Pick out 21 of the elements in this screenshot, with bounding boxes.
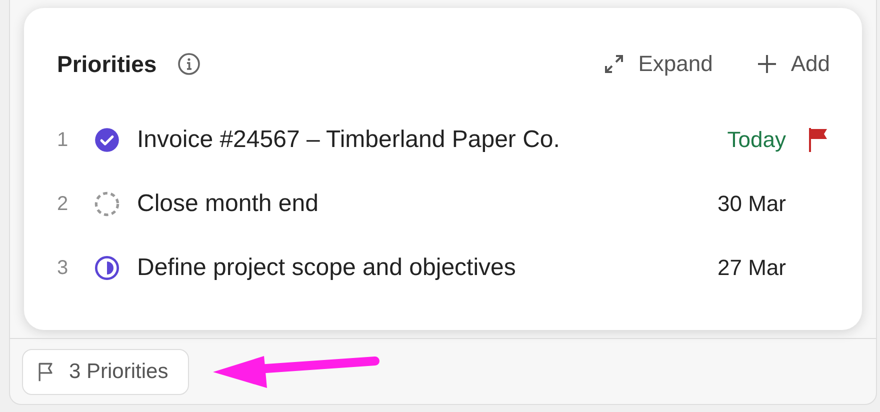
dashed-circle-icon[interactable] bbox=[94, 191, 120, 217]
due-date: 30 Mar bbox=[718, 191, 786, 217]
priority-item[interactable]: 3 Define project scope and objectives 27 Mar bbox=[57, 236, 830, 300]
popover-title: Priorities bbox=[57, 50, 157, 78]
info-icon[interactable] bbox=[176, 52, 201, 76]
flag-icon[interactable] bbox=[806, 127, 830, 153]
item-number: 3 bbox=[57, 256, 70, 280]
item-number: 1 bbox=[57, 128, 70, 152]
item-title: Define project scope and objectives bbox=[137, 254, 517, 282]
priorities-button[interactable]: 3 Priorities bbox=[22, 348, 190, 394]
due-date: Today bbox=[727, 127, 786, 153]
half-circle-icon[interactable] bbox=[94, 255, 120, 281]
item-title: Invoice #24567 – Timberland Paper Co. bbox=[137, 126, 561, 154]
expand-button[interactable]: Expand bbox=[602, 51, 713, 77]
check-circle-icon[interactable] bbox=[94, 127, 120, 153]
priority-item[interactable]: 2 Close month end 30 Mar bbox=[57, 172, 830, 236]
item-title: Close month end bbox=[137, 190, 320, 218]
priority-item[interactable]: 1 Invoice #24567 – Timberland Paper Co. Today bbox=[57, 108, 830, 172]
add-button[interactable]: Add bbox=[754, 51, 830, 77]
item-number: 2 bbox=[57, 192, 70, 216]
due-date: 27 Mar bbox=[718, 255, 786, 281]
